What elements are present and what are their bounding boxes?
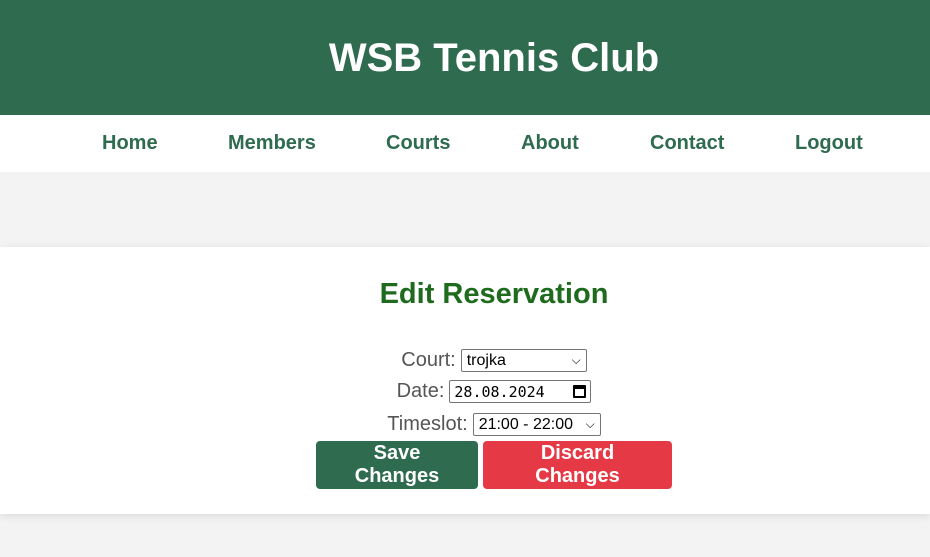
nav-item-members[interactable]: Members — [228, 115, 316, 172]
edit-reservation-card: Edit Reservation Court: trojka ⌵ Date: 2… — [0, 247, 930, 514]
court-row: Court: trojka ⌵ — [0, 349, 930, 372]
save-changes-button[interactable]: Save Changes — [316, 441, 478, 489]
site-header: WSB Tennis Club — [0, 0, 930, 115]
chevron-down-icon: ⌵ — [571, 353, 581, 367]
court-select-value: trojka — [466, 352, 506, 369]
timeslot-label: Timeslot: — [387, 413, 468, 435]
form-actions: Save Changes Discard Changes — [316, 441, 672, 489]
timeslot-select[interactable]: 21:00 - 22:00 ⌵ — [472, 413, 601, 436]
nav-item-about[interactable]: About — [521, 115, 579, 172]
court-label: Court: — [401, 349, 456, 371]
date-input-value: 28.08.2024 — [454, 382, 545, 401]
date-row: Date: 28.08.2024 — [0, 380, 930, 403]
date-input[interactable]: 28.08.2024 — [449, 380, 592, 403]
discard-changes-button[interactable]: Discard Changes — [483, 441, 672, 489]
nav-item-contact[interactable]: Contact — [650, 115, 724, 172]
nav-item-courts[interactable]: Courts — [386, 115, 450, 172]
main-nav: Home Members Courts About Contact Logout — [0, 115, 930, 172]
calendar-icon[interactable] — [573, 385, 587, 398]
chevron-down-icon: ⌵ — [585, 417, 595, 431]
page-title: Edit Reservation — [379, 278, 609, 310]
nav-item-home[interactable]: Home — [102, 115, 158, 172]
timeslot-select-value: 21:00 - 22:00 — [478, 416, 573, 433]
site-title: WSB Tennis Club — [328, 36, 660, 80]
nav-item-logout[interactable]: Logout — [795, 115, 863, 172]
timeslot-row: Timeslot: 21:00 - 22:00 ⌵ — [0, 413, 930, 436]
court-select[interactable]: trojka ⌵ — [460, 349, 587, 372]
date-label: Date: — [396, 380, 445, 402]
